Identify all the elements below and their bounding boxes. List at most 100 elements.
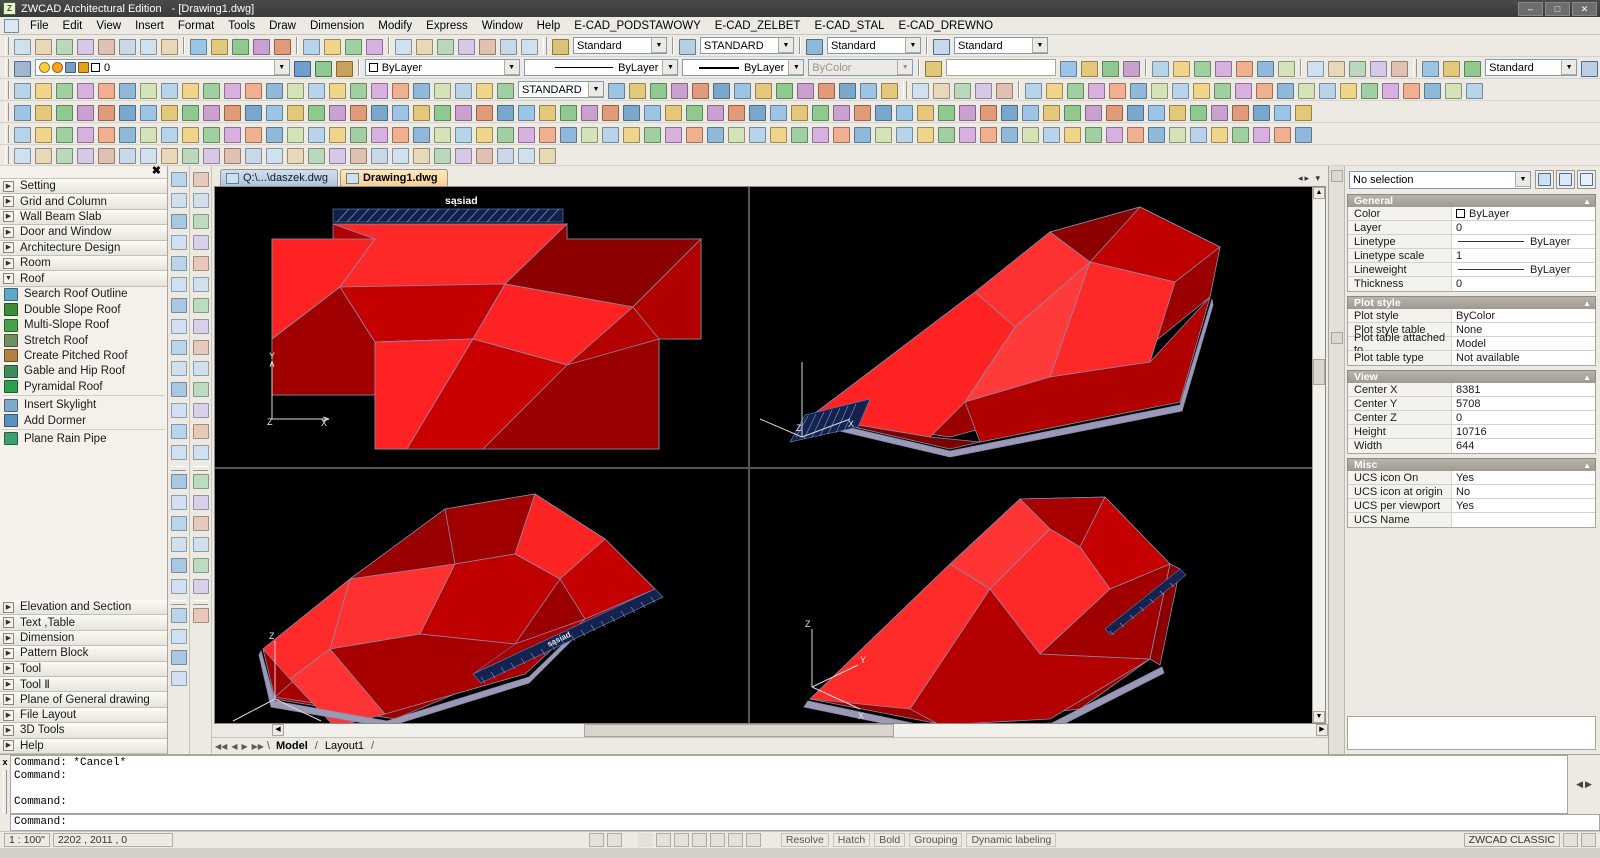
toolbar-icon[interactable] <box>12 145 33 165</box>
text-style-combo[interactable]: Standard ▼ <box>573 37 667 54</box>
toolbar-icon[interactable] <box>33 102 54 122</box>
property-value[interactable]: 1 <box>1452 249 1595 262</box>
toolbar-icon[interactable] <box>54 124 75 144</box>
toolbar-icon[interactable] <box>54 102 75 122</box>
chevron-right-icon[interactable]: ▶ <box>3 647 14 659</box>
toolbar-icon[interactable] <box>495 124 516 144</box>
chevron-right-icon[interactable]: ▶ <box>3 694 14 706</box>
property-value[interactable]: Not available <box>1452 351 1595 365</box>
toolbar-icon[interactable] <box>894 102 915 122</box>
toolbar-icon[interactable] <box>936 102 957 122</box>
toolbar-icon[interactable] <box>1230 124 1251 144</box>
chevron-right-icon[interactable]: ▶ <box>3 257 14 269</box>
toolbar-icon[interactable] <box>209 36 230 56</box>
draw-tool-icon[interactable] <box>191 361 211 380</box>
menu-item-tools[interactable]: Tools <box>221 18 262 34</box>
toolbar-icon[interactable] <box>606 80 627 100</box>
toolbar-icon[interactable] <box>138 80 159 100</box>
draw-tool-icon[interactable] <box>169 382 189 401</box>
chevron-down-icon[interactable]: ▼ <box>651 38 666 53</box>
toolbar-icon[interactable] <box>201 124 222 144</box>
toolbar-icon[interactable] <box>978 102 999 122</box>
draw-tool-icon[interactable] <box>169 516 189 535</box>
toolbar-icon[interactable] <box>96 102 117 122</box>
toolbar-icon[interactable] <box>251 36 272 56</box>
toolbar-icon[interactable] <box>117 80 138 100</box>
toolbar-icon[interactable] <box>1020 102 1041 122</box>
toolbar-icon[interactable] <box>75 145 96 165</box>
layer-previous-icon[interactable] <box>292 58 313 78</box>
property-row[interactable]: Plot style ByColor <box>1348 309 1595 323</box>
draw-tool-icon[interactable] <box>191 608 211 627</box>
toolbar-icon[interactable] <box>1234 58 1255 78</box>
toolbar-icon[interactable] <box>435 36 456 56</box>
menu-item-edit[interactable]: Edit <box>56 18 90 34</box>
property-row[interactable]: Height 10716 <box>1348 425 1595 439</box>
toolbar-icon[interactable] <box>285 102 306 122</box>
select-objects-icon[interactable] <box>1556 170 1575 189</box>
sidebar-item-stretch-roof[interactable]: Stretch Roof <box>0 333 167 348</box>
toolbar-icon[interactable] <box>973 80 994 100</box>
toolbar-icon[interactable] <box>12 80 33 100</box>
toolbar-icon[interactable] <box>931 80 952 100</box>
toolbar-icon[interactable] <box>1058 58 1079 78</box>
layout-prev-icon[interactable]: ◀ <box>230 742 238 751</box>
menu-item-insert[interactable]: Insert <box>128 18 171 34</box>
toolbar-icon[interactable] <box>1167 102 1188 122</box>
command-grip[interactable] <box>3 770 7 814</box>
toolbar-icon[interactable] <box>201 102 222 122</box>
toolbar-icon[interactable] <box>1150 58 1171 78</box>
sidebar-group-pattern-block[interactable]: ▶ Pattern Block <box>0 646 167 662</box>
chevron-down-icon[interactable]: ▼ <box>1032 38 1047 53</box>
property-value[interactable]: 8381 <box>1452 383 1595 396</box>
layer-state-icon[interactable] <box>334 58 355 78</box>
toolbar-icon[interactable] <box>621 124 642 144</box>
toolbar-icon[interactable] <box>1209 102 1230 122</box>
toolbar-icon[interactable] <box>579 102 600 122</box>
chevron-right-icon[interactable]: ▶ <box>3 242 14 254</box>
status-toggle-resolve[interactable]: Resolve <box>780 833 829 847</box>
sidebar-item-search-roof-outline[interactable]: Search Roof Outline <box>0 287 167 302</box>
toolbar-icon[interactable] <box>411 102 432 122</box>
canvas-horizontal-scrollbar[interactable]: ◀ ▶ <box>272 724 1328 737</box>
draw-tool-icon[interactable] <box>191 495 211 514</box>
draw-tool-icon[interactable] <box>191 474 211 493</box>
toolbar-icon[interactable] <box>726 124 747 144</box>
toolbar-icon[interactable] <box>894 124 915 144</box>
toolbar-icon[interactable] <box>432 80 453 100</box>
toolbar-icon[interactable] <box>537 145 558 165</box>
layer-lock-icon[interactable] <box>77 62 89 73</box>
toolbar-icon[interactable] <box>684 124 705 144</box>
toolbar-icon[interactable] <box>519 36 540 56</box>
polar-icon[interactable] <box>655 833 671 847</box>
toolbar-icon[interactable] <box>1100 58 1121 78</box>
toolbar-icon[interactable] <box>306 124 327 144</box>
toolbar-icon[interactable] <box>369 124 390 144</box>
draw-tool-icon[interactable] <box>191 382 211 401</box>
property-row[interactable]: UCS Name <box>1348 513 1595 527</box>
toolbar-icon[interactable] <box>453 80 474 100</box>
chevron-right-icon[interactable]: ▶ <box>3 678 14 690</box>
property-row[interactable]: Color ByLayer <box>1348 207 1595 221</box>
toolbar-icon[interactable] <box>690 80 711 100</box>
property-value[interactable]: ByLayer <box>1452 235 1595 248</box>
toolbar-icon[interactable] <box>837 80 858 100</box>
toolbar-icon[interactable] <box>306 102 327 122</box>
toolbar-icon[interactable] <box>1188 124 1209 144</box>
sidebar-group-tool-[interactable]: ▶ Tool Ⅱ <box>0 677 167 693</box>
dimension-style-icon[interactable] <box>677 36 698 56</box>
chevron-down-icon[interactable]: ▼ <box>1515 172 1530 187</box>
menu-item-e-cad-podstawowy[interactable]: E-CAD_PODSTAWOWY <box>567 18 708 34</box>
draw-tool-icon[interactable] <box>169 361 189 380</box>
viewport-splitter-horizontal[interactable] <box>215 467 1312 469</box>
toolbar-icon[interactable] <box>456 36 477 56</box>
property-value[interactable]: 0 <box>1452 221 1595 234</box>
toolbar-icon[interactable] <box>285 80 306 100</box>
draw-tool-icon[interactable] <box>191 172 211 191</box>
toolbar-icon[interactable] <box>201 145 222 165</box>
chevron-down-icon[interactable]: ▼ <box>503 60 519 75</box>
toolbar-icon[interactable] <box>159 80 180 100</box>
sidebar-item-gable-and-hip-roof[interactable]: Gable and Hip Roof <box>0 364 167 379</box>
toolbar-icon[interactable] <box>810 102 831 122</box>
toolbar-grip-dim[interactable] <box>5 80 9 99</box>
